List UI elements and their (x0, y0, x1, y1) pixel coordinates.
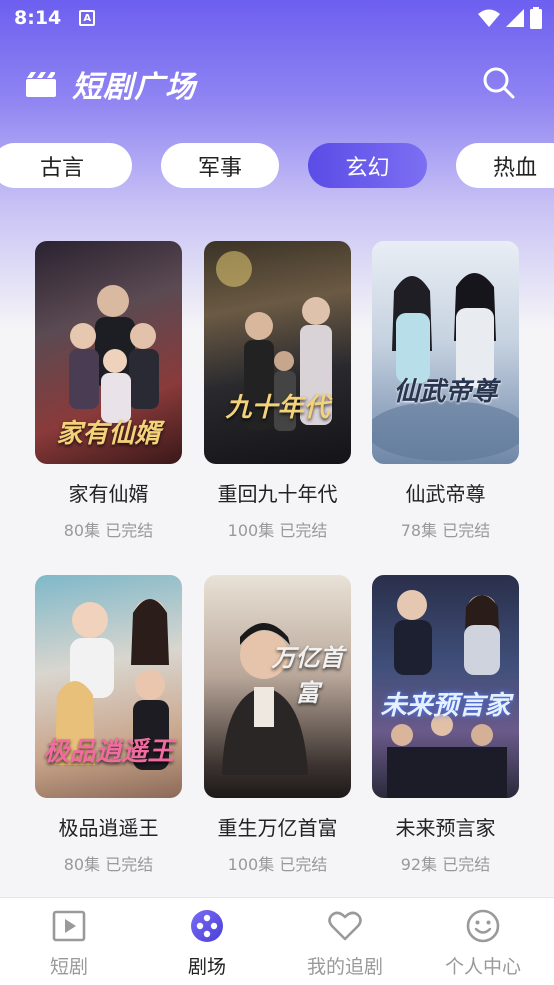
poster-title-art: 九十年代 (225, 393, 330, 423)
drama-title: 仙武帝尊 (405, 482, 486, 506)
drama-card[interactable]: 极品逍遥王 极品逍遥王 80集 已完结 (35, 575, 182, 875)
smile-face-icon (466, 909, 500, 943)
drama-title: 极品逍遥王 (58, 816, 159, 840)
drama-title: 家有仙婿 (68, 482, 149, 506)
signal-icon (506, 9, 524, 27)
nav-label: 短剧 (49, 956, 88, 978)
page-header: 短剧广场 (26, 62, 526, 106)
drama-meta: 78集 已完结 (400, 521, 491, 540)
poster-title-art: 家有仙婿 (56, 419, 161, 449)
app-page: 8:14 A 短剧广场 古言 军事 玄幻 热血 家有仙婿 家有仙婿 80集 已完… (0, 0, 554, 985)
drama-poster: 极品逍遥王 (35, 575, 182, 798)
drama-meta: 80集 已完结 (63, 855, 154, 874)
heart-icon (328, 911, 362, 941)
drama-poster: 万亿首富 (204, 575, 351, 798)
tab-rexue[interactable]: 热血 (456, 143, 554, 188)
notification-icon: A (79, 10, 96, 26)
status-time: 8:14 (14, 7, 62, 29)
drama-poster: 九十年代 (204, 241, 351, 464)
nav-item-zhuiju[interactable]: 我的追剧 (276, 898, 414, 985)
tab-guyan[interactable]: 古言 (0, 143, 132, 188)
page-title: 短剧广场 (72, 70, 196, 105)
drama-card[interactable]: 仙武帝尊 仙武帝尊 78集 已完结 (372, 241, 519, 541)
drama-meta: 100集 已完结 (227, 855, 328, 874)
nav-item-profile[interactable]: 个人中心 (414, 898, 552, 985)
poster-title-art: 仙武帝尊 (393, 377, 498, 407)
poster-title-art: 极品逍遥王 (43, 737, 174, 767)
nav-label: 剧场 (187, 956, 226, 978)
poster-title-art: 万亿首富 (271, 643, 344, 707)
poster-title-art: 未来预言家 (380, 691, 511, 721)
drama-title: 重回九十年代 (217, 482, 338, 506)
drama-title: 未来预言家 (395, 816, 496, 840)
drama-card[interactable]: 九十年代 重回九十年代 100集 已完结 (204, 241, 351, 541)
wifi-icon (478, 9, 500, 27)
nav-label: 我的追剧 (306, 956, 383, 978)
drama-title: 重生万亿首富 (217, 816, 338, 840)
tab-junshi[interactable]: 军事 (161, 143, 279, 188)
drama-meta: 100集 已完结 (227, 521, 328, 540)
drama-card[interactable]: 万亿首富 重生万亿首富 100集 已完结 (204, 575, 351, 875)
nav-label: 个人中心 (444, 956, 521, 978)
drama-meta: 80集 已完结 (63, 521, 154, 540)
tab-xuanhuan[interactable]: 玄幻 (308, 143, 427, 188)
status-bar: 8:14 A (0, 0, 554, 36)
theater-reel-icon (191, 910, 223, 942)
drama-card[interactable]: 未来预言家 未来预言家 92集 已完结 (372, 575, 519, 875)
search-icon[interactable] (482, 66, 516, 100)
drama-poster: 未来预言家 (372, 575, 519, 798)
drama-poster: 家有仙婿 (35, 241, 182, 464)
status-icons (478, 7, 542, 29)
play-square-icon (52, 910, 86, 942)
bottom-nav: 短剧 剧场 我的追剧 个人中心 (0, 897, 554, 985)
nav-item-juchang[interactable]: 剧场 (138, 898, 276, 985)
drama-meta: 92集 已完结 (400, 855, 491, 874)
category-tabs: 古言 军事 玄幻 热血 (0, 143, 554, 189)
clapperboard-icon (26, 72, 56, 97)
drama-card[interactable]: 家有仙婿 家有仙婿 80集 已完结 (35, 241, 182, 541)
battery-icon (530, 7, 542, 29)
nav-item-duanju[interactable]: 短剧 (0, 898, 138, 985)
drama-poster: 仙武帝尊 (372, 241, 519, 464)
